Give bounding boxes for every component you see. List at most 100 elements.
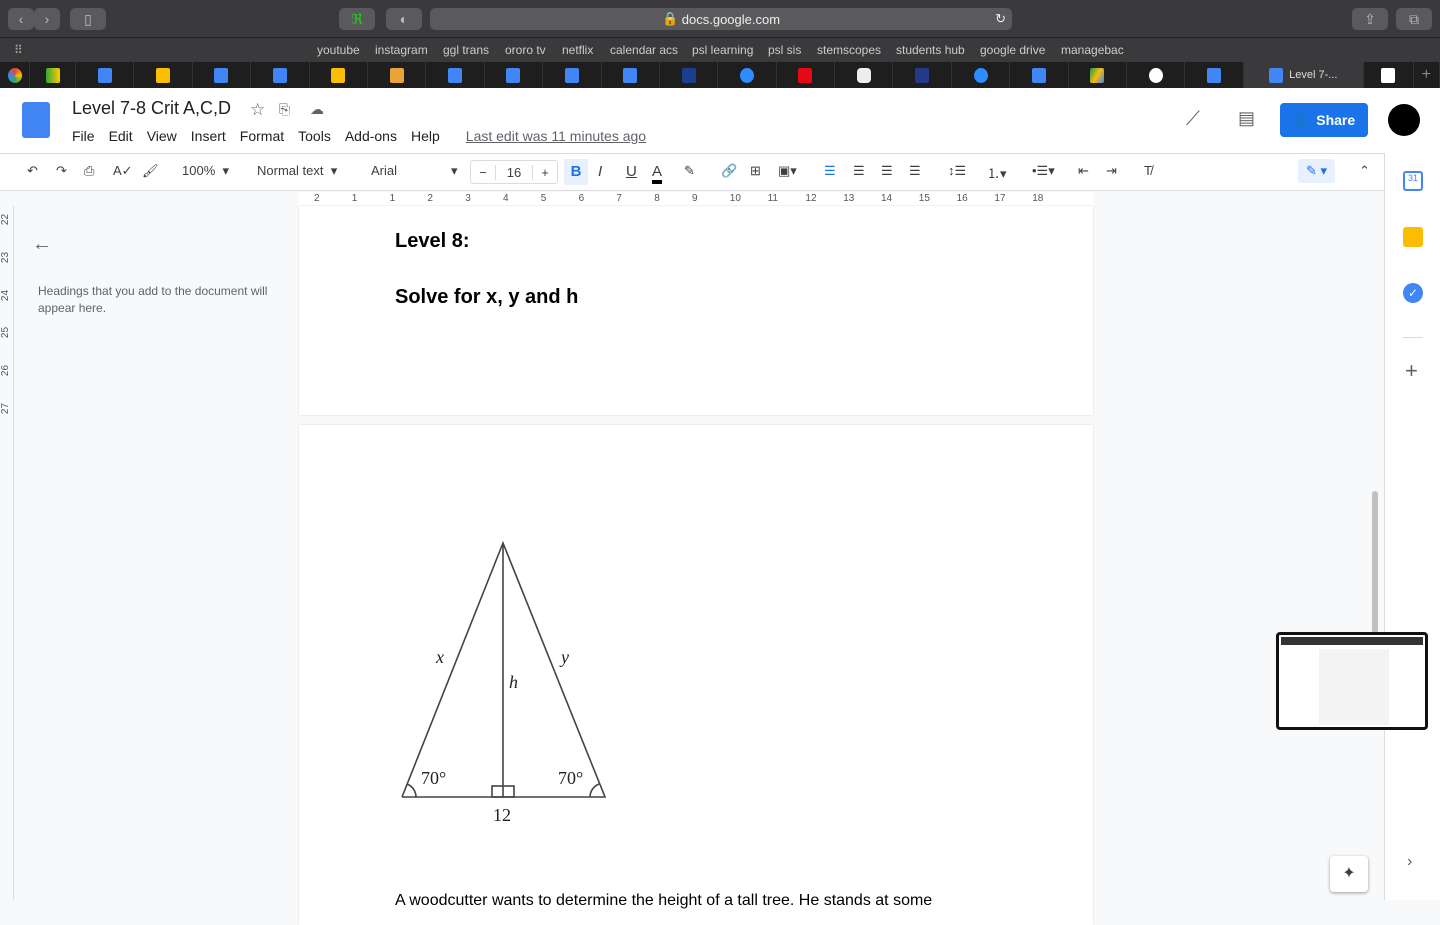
tab-active[interactable]: Level 7-... (1243, 62, 1364, 88)
tab[interactable] (134, 62, 193, 88)
reload-icon[interactable]: ↻ (995, 11, 1006, 27)
star-icon[interactable]: ☆ (250, 100, 265, 120)
bookmark[interactable]: calendar acs (610, 43, 678, 57)
bookmark[interactable]: netflix (562, 43, 593, 57)
bookmark[interactable]: youtube (317, 43, 360, 57)
font-select[interactable]: Arial ▾ (371, 163, 461, 178)
document-title[interactable]: Level 7-8 Crit A,C,D (72, 98, 231, 119)
decrease-size-button[interactable]: − (471, 165, 495, 180)
redo-icon[interactable]: ↷ (56, 163, 67, 179)
tab[interactable] (718, 62, 777, 88)
decrease-indent-icon[interactable]: ⇤ (1078, 163, 1089, 179)
increase-indent-icon[interactable]: ⇥ (1106, 163, 1117, 179)
calendar-icon[interactable]: 31 (1403, 171, 1423, 191)
bookmark[interactable]: ggl trans (443, 43, 489, 57)
vertical-ruler[interactable]: 22 23 24 25 26 27 (0, 206, 14, 900)
bold-button[interactable]: B (564, 159, 588, 185)
font-size-input[interactable]: 16 (495, 164, 533, 180)
document-page[interactable]: x y h 70° 70° 12 A woodcutter wants to d… (299, 425, 1093, 925)
tasks-icon[interactable]: ✓ (1403, 283, 1423, 303)
paint-format-icon[interactable]: 🖌 (142, 163, 159, 179)
sidebar-toggle-icon[interactable]: ▯ (70, 8, 106, 30)
tab[interactable] (193, 62, 252, 88)
tab[interactable] (1185, 62, 1244, 88)
tab[interactable] (893, 62, 952, 88)
italic-button[interactable]: I (598, 163, 602, 180)
font-size-stepper[interactable]: − 16 + (470, 160, 558, 184)
align-center-icon[interactable]: ☰ (853, 163, 865, 179)
apps-grid-icon[interactable]: ⠿ (14, 43, 23, 57)
tab[interactable] (76, 62, 135, 88)
menu-edit[interactable]: Edit (109, 128, 133, 144)
last-edit-link[interactable]: Last edit was 11 minutes ago (466, 128, 646, 144)
link-icon[interactable]: 🔗 (721, 163, 737, 179)
insert-image-icon[interactable]: ▣▾ (778, 163, 797, 179)
bookmark[interactable]: instagram (375, 43, 428, 57)
zoom-select[interactable]: 100% ▾ (182, 163, 229, 179)
menu-help[interactable]: Help (411, 128, 440, 144)
tab[interactable] (485, 62, 544, 88)
bookmark[interactable]: ororo tv (505, 43, 546, 57)
screenshot-thumbnail[interactable] (1276, 632, 1428, 730)
tab[interactable] (835, 62, 894, 88)
menu-insert[interactable]: Insert (191, 128, 226, 144)
bookmark[interactable]: managebac (1061, 43, 1124, 57)
move-folder-icon[interactable]: ⎘ (279, 101, 290, 118)
tab[interactable] (602, 62, 660, 88)
horizontal-ruler[interactable]: 2 1 1 2 3 4 5 6 7 8 9 10 11 12 13 14 15 16 17 18 (298, 192, 1093, 206)
bookmark[interactable]: stemscopes (817, 43, 881, 57)
tab[interactable] (30, 62, 76, 88)
text-color-button[interactable]: A (652, 163, 663, 184)
add-addon-icon[interactable]: + (1405, 358, 1418, 384)
tab[interactable] (777, 62, 836, 88)
tab[interactable] (426, 62, 485, 88)
avatar[interactable] (1388, 104, 1420, 136)
share-icon[interactable]: ⇪ (1352, 8, 1388, 30)
back-button[interactable]: ‹ (8, 8, 34, 30)
docs-logo-icon[interactable] (22, 102, 50, 138)
add-comment-icon[interactable]: ⊞ (750, 163, 761, 179)
share-button[interactable]: 👤 Share (1280, 103, 1368, 137)
undo-icon[interactable]: ↶ (27, 163, 38, 179)
tab[interactable] (1069, 62, 1128, 88)
document-page[interactable]: Level 8: Solve for x, y and h (299, 206, 1093, 415)
collapse-menus-icon[interactable]: ⌃ (1359, 163, 1370, 179)
explore-button[interactable]: ✦ (1330, 856, 1368, 892)
menu-format[interactable]: Format (240, 128, 284, 144)
tab[interactable] (1364, 62, 1414, 88)
numbered-list-icon[interactable]: ⒈▾ (987, 163, 1007, 182)
new-tab-button[interactable]: + (1414, 62, 1440, 88)
close-outline-arrow-icon[interactable]: ← (32, 233, 52, 256)
tab[interactable] (1127, 62, 1186, 88)
shield-icon[interactable]: ◐ (386, 8, 422, 30)
bookmark[interactable]: students hub (896, 43, 965, 57)
tab[interactable] (251, 62, 310, 88)
keep-icon[interactable] (1403, 227, 1423, 247)
activity-trend-icon[interactable]: ⟋ (1186, 108, 1200, 131)
underline-button[interactable]: U (626, 163, 637, 180)
print-icon[interactable]: ⎙ (84, 163, 94, 179)
tab[interactable] (1010, 62, 1069, 88)
justify-icon[interactable]: ☰ (909, 163, 921, 179)
bookmark[interactable]: psl sis (768, 43, 801, 57)
clear-formatting-icon[interactable]: T̸ (1144, 163, 1152, 178)
highlight-icon[interactable]: ✎ (684, 163, 695, 179)
spellcheck-icon[interactable]: A✓ (113, 163, 133, 179)
menu-view[interactable]: View (147, 128, 177, 144)
tab[interactable] (660, 62, 719, 88)
tab[interactable] (543, 62, 602, 88)
address-bar[interactable]: 🔒 docs.google.com ↻ (430, 8, 1012, 30)
comments-icon[interactable]: ▤ (1238, 108, 1255, 129)
extension-icon[interactable]: ℜ (339, 8, 375, 30)
editing-mode-button[interactable]: ✎ ▾ (1298, 159, 1336, 183)
align-right-icon[interactable]: ☰ (881, 163, 893, 179)
menu-tools[interactable]: Tools (298, 128, 331, 144)
style-select[interactable]: Normal text ▾ (257, 163, 337, 179)
line-spacing-icon[interactable]: ↕☰ (948, 163, 966, 179)
bookmark[interactable]: psl learning (692, 43, 753, 57)
tabs-overview-icon[interactable]: ⧉ (1396, 8, 1432, 30)
menu-file[interactable]: File (72, 128, 95, 144)
tab[interactable] (310, 62, 368, 88)
forward-button[interactable]: › (34, 8, 60, 30)
align-left-icon[interactable]: ☰ (824, 163, 836, 179)
